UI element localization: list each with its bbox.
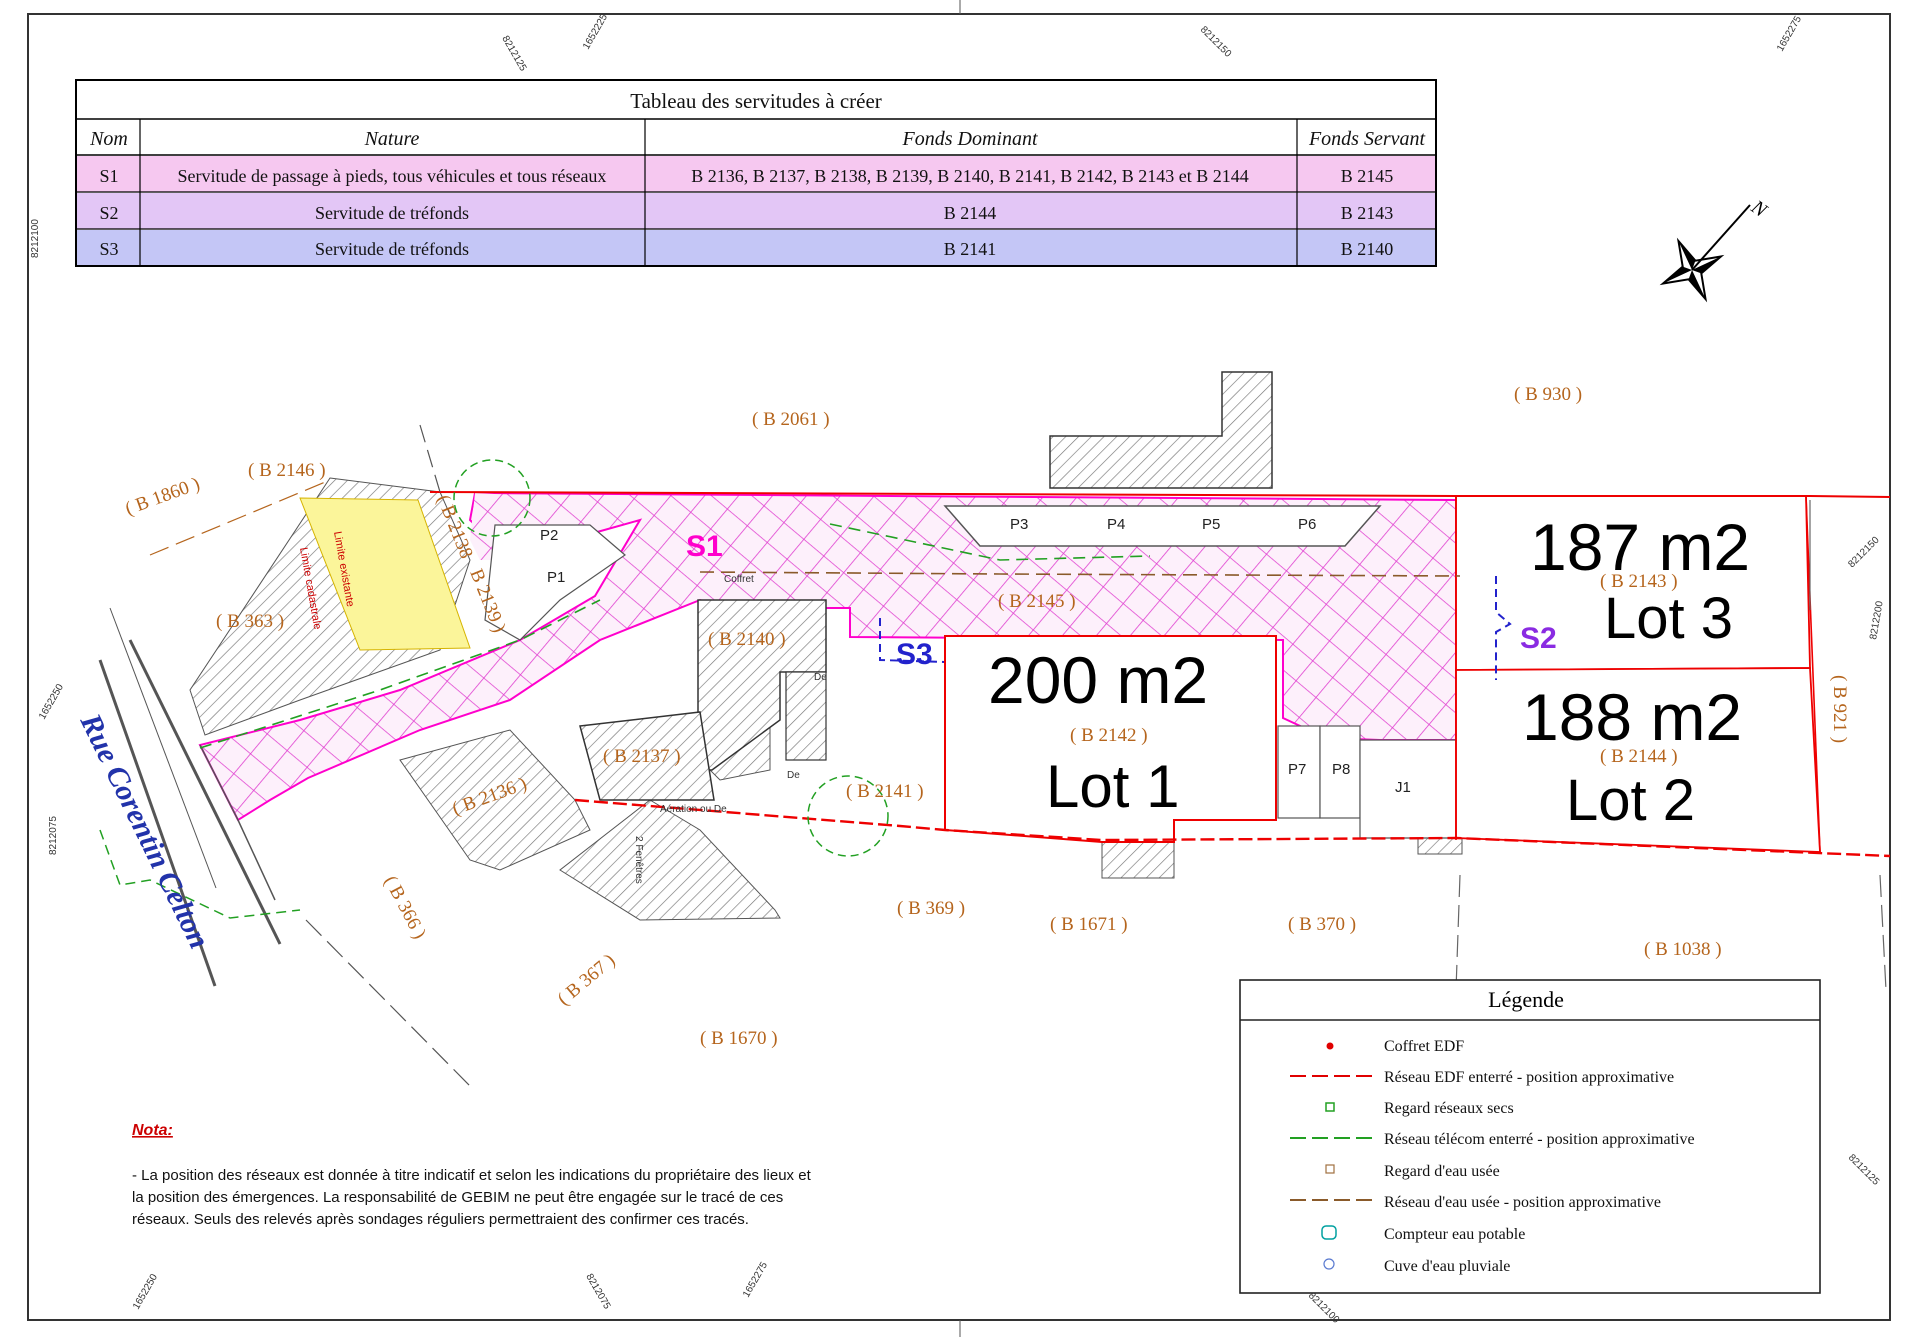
svg-text:187 m2: 187 m2 (1530, 510, 1750, 584)
svg-text:2 Fenêtres: 2 Fenêtres (633, 836, 644, 884)
svg-text:De: De (814, 672, 827, 683)
svg-text:200 m2: 200 m2 (988, 643, 1208, 717)
edf-box-icon (1326, 1042, 1334, 1050)
svg-text:réseaux. Seuls des relevés apr: réseaux. Seuls des relevés après sondage… (132, 1211, 749, 1228)
legend-item-label: Regard réseaux secs (1384, 1100, 1514, 1117)
svg-text:( B 2145 ): ( B 2145 ) (998, 591, 1076, 612)
svg-text:P8: P8 (1332, 761, 1350, 778)
svg-text:la position des émergences. La: la position des émergences. La responsab… (132, 1189, 783, 1206)
row-s3-nature: Servitude de tréfonds (315, 239, 469, 259)
legend-item-label: Coffret EDF (1384, 1038, 1464, 1055)
svg-text:( B 921 ): ( B 921 ) (1829, 675, 1850, 743)
legend-title: Légende (1488, 987, 1564, 1012)
legend-item-label: Réseau d'eau usée - position approximati… (1384, 1194, 1661, 1211)
row-s2-dominant: B 2144 (944, 203, 997, 223)
svg-text:( B 2140 ): ( B 2140 ) (708, 629, 786, 650)
row-s1-nature: Servitude de passage à pieds, tous véhic… (178, 166, 607, 186)
svg-text:( B 2142 ): ( B 2142 ) (1070, 725, 1148, 746)
svg-text:Lot 2: Lot 2 (1566, 768, 1695, 833)
row-s3-servant: B 2140 (1341, 239, 1394, 259)
row-s1-servant: B 2145 (1341, 166, 1394, 186)
svg-text:( B 2061 ): ( B 2061 ) (752, 409, 830, 430)
row-s3-dominant: B 2141 (944, 239, 997, 259)
svg-text:( B 1670 ): ( B 1670 ) (700, 1028, 778, 1049)
servitude-label-s3: S3 (896, 638, 933, 671)
row-s2-nature: Servitude de tréfonds (315, 203, 469, 223)
svg-text:P1: P1 (547, 569, 565, 586)
svg-text:( B 369 ): ( B 369 ) (897, 898, 965, 919)
table-row-s3 (77, 230, 1435, 265)
row-s3-nom: S3 (99, 239, 118, 259)
svg-text:P4: P4 (1107, 516, 1125, 533)
svg-text:8212100: 8212100 (30, 219, 41, 258)
svg-text:( B 1038 ): ( B 1038 ) (1644, 939, 1722, 960)
table-row-s2 (77, 193, 1435, 229)
svg-text:P5: P5 (1202, 516, 1220, 533)
svg-text:( B 2137 ): ( B 2137 ) (603, 746, 681, 767)
row-s1-nom: S1 (99, 166, 118, 186)
svg-text:( B 363 ): ( B 363 ) (216, 611, 284, 632)
svg-text:( B 1671 ): ( B 1671 ) (1050, 914, 1128, 935)
svg-text:Coffret: Coffret (724, 574, 754, 585)
svg-text:J1: J1 (1395, 779, 1411, 796)
legend-item-label: Réseau EDF enterré - position approximat… (1384, 1069, 1674, 1086)
header-nature: Nature (364, 128, 420, 150)
legend-item-label: Regard d'eau usée (1384, 1163, 1500, 1180)
row-s2-servant: B 2143 (1341, 203, 1394, 223)
svg-text:P2: P2 (540, 527, 558, 544)
table-title: Tableau des servitudes à créer (630, 89, 882, 113)
svg-text:P7: P7 (1288, 761, 1306, 778)
legend: Légende Coffret EDF Réseau EDF enterré -… (1239, 979, 1821, 1294)
legend-item-label: Cuve d'eau pluviale (1384, 1258, 1510, 1275)
svg-text:( B 2141 ): ( B 2141 ) (846, 781, 924, 802)
row-s1-dominant: B 2136, B 2137, B 2138, B 2139, B 2140, … (691, 166, 1249, 186)
cadastral-plan: 8212125 1652225 8212150 1652275 8212100 … (27, 0, 1891, 1337)
svg-text:( B 2146 ): ( B 2146 ) (248, 460, 326, 481)
legend-item-label: Compteur eau potable (1384, 1226, 1525, 1243)
svg-text:188 m2: 188 m2 (1522, 680, 1742, 754)
svg-text:Lot 1: Lot 1 (1046, 753, 1179, 820)
header-dominant: Fonds Dominant (902, 128, 1038, 150)
row-s2-nom: S2 (99, 203, 118, 223)
header-servant: Fonds Servant (1308, 128, 1426, 150)
servitude-table: Tableau des servitudes à créer Nom Natur… (75, 79, 1437, 267)
svg-text:( B 930 ): ( B 930 ) (1514, 384, 1582, 405)
svg-text:Lot 3: Lot 3 (1604, 586, 1733, 651)
svg-text:De: De (787, 770, 800, 781)
svg-text:Aération ou De: Aération ou De (660, 804, 727, 815)
svg-text:( B 370 ): ( B 370 ) (1288, 914, 1356, 935)
svg-text:- La position des réseaux est: - La position des réseaux est donnée à t… (132, 1167, 812, 1184)
legend-item-label: Réseau télécom enterré - position approx… (1384, 1131, 1695, 1148)
header-nom: Nom (89, 128, 128, 150)
servitude-label-s1: S1 (686, 530, 723, 563)
nota-title: Nota: (132, 1122, 173, 1139)
svg-text:P3: P3 (1010, 516, 1028, 533)
svg-text:P6: P6 (1298, 516, 1316, 533)
svg-text:8212075: 8212075 (48, 816, 59, 855)
servitude-label-s2: S2 (1520, 622, 1557, 655)
